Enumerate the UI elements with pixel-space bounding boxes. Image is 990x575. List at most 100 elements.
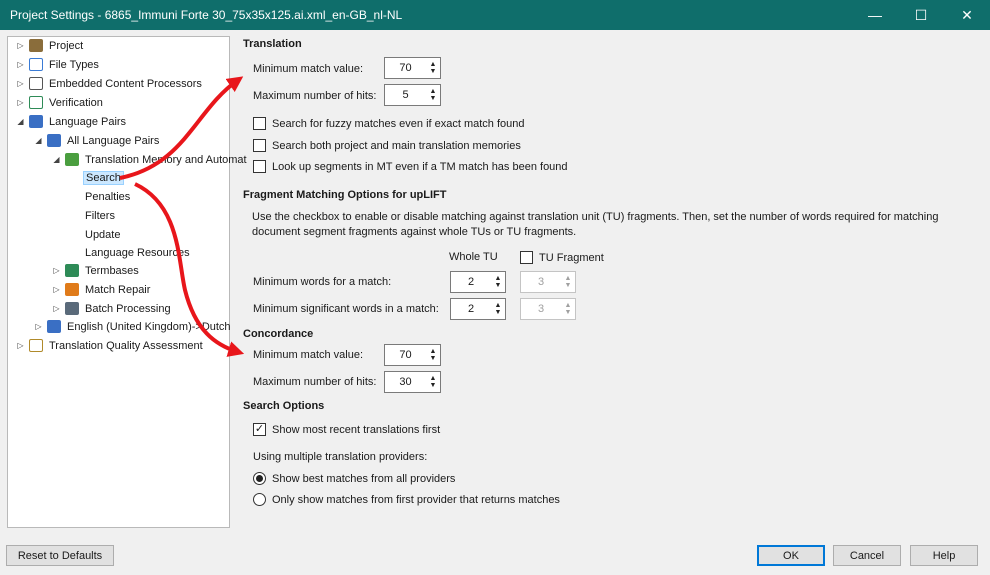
spinner-arrows-icon: ▲ ▼ bbox=[564, 302, 572, 316]
batch-icon bbox=[65, 302, 79, 315]
radio-selected-icon[interactable] bbox=[253, 472, 266, 485]
fragment-heading: Fragment Matching Options for upLIFT bbox=[243, 189, 447, 201]
checkmark-icon[interactable]: ✓ bbox=[253, 423, 266, 436]
tree-label: Search bbox=[83, 170, 124, 185]
min-match-label: Minimum match value: bbox=[253, 63, 364, 75]
mt-lookup-checkbox[interactable]: Look up segments in MT even if a TM matc… bbox=[253, 160, 568, 173]
recent-first-checkbox[interactable]: ✓ Show most recent translations first bbox=[253, 423, 440, 436]
spinner-value: 3 bbox=[537, 303, 545, 315]
checkbox-icon[interactable] bbox=[520, 251, 533, 264]
tree-label: Penalties bbox=[85, 190, 131, 203]
tree-item-language-resources[interactable]: Language Resources bbox=[83, 244, 192, 261]
spinner-arrows-icon[interactable]: ▲ ▼ bbox=[491, 275, 505, 289]
collapse-icon[interactable]: ◢ bbox=[52, 155, 61, 164]
fuzzy-checkbox[interactable]: Search for fuzzy matches even if exact m… bbox=[253, 117, 525, 130]
radio-dot bbox=[256, 475, 263, 482]
tree-item-all-language-pairs[interactable]: ◢ All Language Pairs bbox=[34, 132, 161, 149]
window-title: Project Settings - 6865_Immuni Forte 30_… bbox=[10, 8, 403, 22]
file-types-icon bbox=[29, 58, 43, 71]
expand-icon[interactable]: ▷ bbox=[34, 322, 43, 331]
expand-icon[interactable]: ▷ bbox=[52, 285, 61, 294]
tree-label: Update bbox=[85, 228, 121, 241]
expand-icon[interactable]: ▷ bbox=[16, 60, 25, 69]
tree-item-project[interactable]: ▷ Project bbox=[16, 37, 85, 54]
cancel-button[interactable]: Cancel bbox=[833, 545, 901, 566]
ok-button[interactable]: OK bbox=[757, 545, 825, 566]
spinner-value: 70 bbox=[399, 62, 412, 74]
spinner-value: 30 bbox=[399, 376, 412, 388]
min-match-spinner[interactable]: 70 ▲ ▼ bbox=[384, 57, 441, 79]
collapse-icon[interactable]: ◢ bbox=[16, 117, 25, 126]
reset-defaults-button[interactable]: Reset to Defaults bbox=[6, 545, 114, 566]
expand-icon[interactable]: ▷ bbox=[16, 79, 25, 88]
tree-item-update[interactable]: Update bbox=[83, 226, 122, 243]
tree-item-tqa[interactable]: ▷ Translation Quality Assessment bbox=[16, 337, 205, 354]
tu-fragment-checkbox[interactable]: TU Fragment bbox=[520, 251, 604, 264]
minimize-button[interactable]: — bbox=[852, 0, 898, 30]
best-matches-radio[interactable]: Show best matches from all providers bbox=[253, 472, 455, 485]
spinner-arrows-icon[interactable]: ▲ ▼ bbox=[491, 302, 505, 316]
tree-item-embedded-content[interactable]: ▷ Embedded Content Processors bbox=[16, 75, 204, 92]
max-hits-label: Maximum number of hits: bbox=[253, 90, 377, 102]
tree-item-termbases[interactable]: ▷ Termbases bbox=[52, 262, 141, 279]
checkbox-icon[interactable] bbox=[253, 139, 266, 152]
spinner-arrows-icon[interactable]: ▲ ▼ bbox=[426, 348, 440, 362]
min-words-label: Minimum words for a match: bbox=[253, 276, 392, 288]
window-controls: — ☐ ✕ bbox=[852, 0, 990, 30]
translation-memory-icon bbox=[65, 153, 79, 166]
first-provider-radio[interactable]: Only show matches from first provider th… bbox=[253, 493, 560, 506]
all-language-pairs-icon bbox=[47, 134, 61, 147]
spinner-arrows-icon[interactable]: ▲ ▼ bbox=[426, 88, 440, 102]
tree-item-translation-memory[interactable]: ◢ Translation Memory and Automat bbox=[52, 151, 249, 168]
tree-label: Project bbox=[49, 39, 84, 52]
tree-item-language-pairs[interactable]: ◢ Language Pairs bbox=[16, 113, 128, 130]
whole-tu-header: Whole TU bbox=[449, 251, 498, 263]
expand-icon[interactable]: ▷ bbox=[16, 341, 25, 350]
tree-item-match-repair[interactable]: ▷ Match Repair bbox=[52, 281, 152, 298]
expand-icon[interactable]: ▷ bbox=[16, 98, 25, 107]
radio-icon[interactable] bbox=[253, 493, 266, 506]
title-bar: Project Settings - 6865_Immuni Forte 30_… bbox=[0, 0, 990, 30]
checkbox-icon[interactable] bbox=[253, 160, 266, 173]
tree-label: File Types bbox=[49, 58, 99, 71]
close-button[interactable]: ✕ bbox=[944, 0, 990, 30]
embedded-content-icon bbox=[29, 77, 43, 90]
both-tm-checkbox[interactable]: Search both project and main translation… bbox=[253, 139, 521, 152]
checkbox-label: Look up segments in MT even if a TM matc… bbox=[272, 160, 568, 173]
max-hits-spinner[interactable]: 5 ▲ ▼ bbox=[384, 84, 441, 106]
tree-label: Termbases bbox=[85, 264, 139, 277]
concordance-max-hits-spinner[interactable]: 30 ▲ ▼ bbox=[384, 371, 441, 393]
tqa-icon bbox=[29, 339, 43, 352]
maximize-button[interactable]: ☐ bbox=[898, 0, 944, 30]
tree-item-penalties[interactable]: Penalties bbox=[83, 188, 132, 205]
spinner-value: 2 bbox=[467, 276, 475, 288]
tree-item-verification[interactable]: ▷ Verification bbox=[16, 94, 105, 111]
collapse-icon[interactable]: ◢ bbox=[34, 136, 43, 145]
min-words-whole-spinner[interactable]: 2 ▲ ▼ bbox=[450, 271, 506, 293]
checkbox-icon[interactable] bbox=[253, 117, 266, 130]
search-options-heading: Search Options bbox=[243, 400, 325, 412]
tree-label: Verification bbox=[49, 96, 103, 109]
expand-icon[interactable]: ▷ bbox=[16, 41, 25, 50]
min-significant-whole-spinner[interactable]: 2 ▲ ▼ bbox=[450, 298, 506, 320]
tree-item-english-dutch[interactable]: ▷ English (United Kingdom)->Dutch bbox=[34, 318, 233, 335]
min-significant-label: Minimum significant words in a match: bbox=[253, 303, 439, 315]
spinner-arrows-icon[interactable]: ▲ ▼ bbox=[426, 61, 440, 75]
tree-item-search[interactable]: Search bbox=[83, 169, 124, 186]
tree-label: English (United Kingdom)->Dutch bbox=[67, 320, 231, 333]
tree-label: Translation Memory and Automat bbox=[85, 153, 247, 166]
tree-item-filters[interactable]: Filters bbox=[83, 207, 117, 224]
tree-item-batch-processing[interactable]: ▷ Batch Processing bbox=[52, 300, 173, 317]
termbase-icon bbox=[65, 264, 79, 277]
translation-heading: Translation bbox=[243, 38, 302, 50]
expand-icon[interactable]: ▷ bbox=[52, 304, 61, 313]
spinner-value: 2 bbox=[467, 303, 475, 315]
expand-icon[interactable]: ▷ bbox=[52, 266, 61, 275]
concordance-min-match-spinner[interactable]: 70 ▲ ▼ bbox=[384, 344, 441, 366]
help-button[interactable]: Help bbox=[910, 545, 978, 566]
project-icon bbox=[29, 39, 43, 52]
min-significant-fragment-spinner: 3 ▲ ▼ bbox=[520, 298, 576, 320]
multiple-providers-label: Using multiple translation providers: bbox=[253, 451, 428, 463]
tree-item-file-types[interactable]: ▷ File Types bbox=[16, 56, 101, 73]
spinner-arrows-icon[interactable]: ▲ ▼ bbox=[426, 375, 440, 389]
